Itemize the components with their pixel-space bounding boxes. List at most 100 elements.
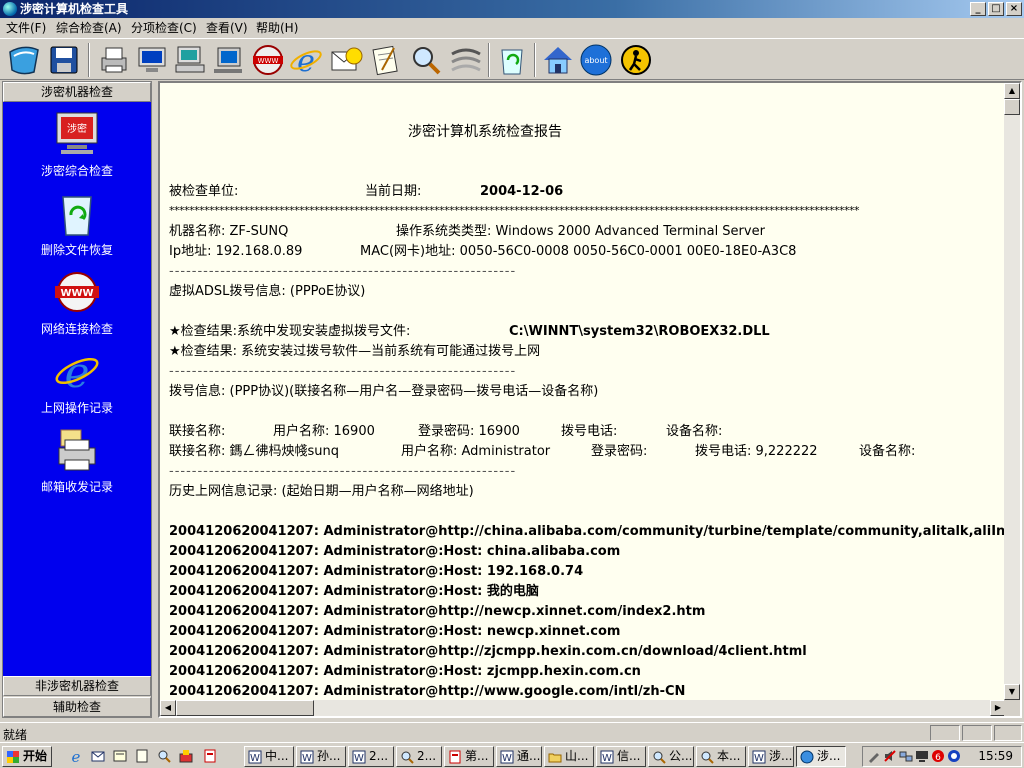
word-icon: W <box>600 750 614 764</box>
desktop-icon[interactable] <box>210 42 246 78</box>
mail-printer-icon <box>53 426 101 474</box>
outlook-icon[interactable] <box>90 748 106 764</box>
taskbar-button[interactable]: 本... <box>696 746 746 767</box>
taskbar-button[interactable]: W 通... <box>496 746 542 767</box>
menu-item-check[interactable]: 分项检查(C) <box>131 20 197 36</box>
maximize-button[interactable]: □ <box>988 2 1004 16</box>
horizontal-scrollbar[interactable]: ◀ ▶ <box>160 700 1006 716</box>
pdf-icon[interactable] <box>202 748 218 764</box>
minimize-button[interactable]: _ <box>970 2 986 16</box>
sidebar-item-label: 上网操作记录 <box>40 401 113 415</box>
sidebar-header-auxiliary-check[interactable]: 辅助检查 <box>3 697 151 717</box>
svg-text:W: W <box>250 753 260 764</box>
sidebar-item-network-connection[interactable]: WWW 网络连接检查 <box>3 268 151 344</box>
status-pane <box>994 725 1022 741</box>
tray-speaker-icon[interactable] <box>883 749 897 763</box>
sidebar-item-deleted-file-recovery[interactable]: 删除文件恢复 <box>3 189 151 265</box>
tray-tool-icon[interactable] <box>867 749 881 763</box>
taskbar-button[interactable]: 第... <box>444 746 494 767</box>
recycle-bin-icon[interactable] <box>494 42 530 78</box>
history-record: 2004120620041207: Administrator@:Host: z… <box>169 664 641 679</box>
sidebar-item-mail-records[interactable]: 邮箱收发记录 <box>3 426 151 502</box>
search-icon[interactable] <box>156 748 172 764</box>
tray-antivirus-icon[interactable]: 6 <box>931 749 945 763</box>
notepad-icon[interactable] <box>368 42 404 78</box>
svg-text:W: W <box>302 753 312 764</box>
tray-monitor-icon[interactable] <box>915 749 929 763</box>
home-icon[interactable] <box>540 42 576 78</box>
sidebar-header-secret-check[interactable]: 涉密机器检查 <box>3 82 151 102</box>
mac-address: MAC(网卡)地址: 0050-56C0-0008 0050-56C0-0001… <box>360 244 797 259</box>
report-title: 涉密计算机系统检查报告 <box>408 124 562 140</box>
exit-icon[interactable] <box>618 42 654 78</box>
explorer-icon[interactable] <box>6 42 42 78</box>
taskbar-button[interactable]: 山... <box>544 746 594 767</box>
history-record: 2004120620041207: Administrator@:Host: n… <box>169 624 621 639</box>
taskbar-button[interactable]: W 孙... <box>296 746 346 767</box>
computer-icon[interactable] <box>172 42 208 78</box>
task-label: 信... <box>617 749 641 763</box>
scroll-down-button[interactable]: ▼ <box>1004 684 1020 700</box>
sidebar-header-non-secret-check[interactable]: 非涉密机器检查 <box>3 676 151 696</box>
sidebar-item-label: 邮箱收发记录 <box>40 480 113 494</box>
recycle-bin-icon <box>53 189 101 237</box>
vertical-scrollbar[interactable]: ▲ ▼ <box>1004 83 1020 700</box>
pdf-icon <box>448 750 462 764</box>
monitor-icon[interactable] <box>134 42 170 78</box>
menu-help[interactable]: 帮助(H) <box>256 20 298 36</box>
sidebar-item-secret-comprehensive[interactable]: 涉密 涉密综合检查 <box>3 110 151 186</box>
report-view[interactable]: 涉密计算机系统检查报告 被检查单位: 当前日期: 2004-12-06 ****… <box>158 81 1022 718</box>
close-button[interactable]: × <box>1006 2 1022 16</box>
conn1-name: 联接名称: <box>169 424 226 439</box>
tool-icon[interactable] <box>178 748 194 764</box>
sidebar-item-internet-history[interactable]: e 上网操作记录 <box>3 347 151 423</box>
taskbar-button[interactable]: W 中... <box>244 746 294 767</box>
show-desktop-icon[interactable] <box>112 748 128 764</box>
scroll-up-button[interactable]: ▲ <box>1004 83 1020 99</box>
ie-icon[interactable]: e <box>68 748 84 766</box>
task-label: 公... <box>669 749 693 763</box>
dial-info: 拨号信息: (PPP协议)(联接名称—用户名—登录密码—拨号电话—设备名称) <box>169 384 599 399</box>
printer-icon[interactable] <box>96 42 132 78</box>
task-label: 通... <box>517 749 541 763</box>
search-icon[interactable] <box>408 42 444 78</box>
svg-text:W: W <box>754 753 764 764</box>
scroll-corner <box>1004 700 1020 716</box>
menu-view[interactable]: 查看(V) <box>206 20 248 36</box>
vertical-scroll-thumb[interactable] <box>1004 99 1020 115</box>
start-label: 开始 <box>23 749 48 763</box>
scroll-left-button[interactable]: ◀ <box>160 700 176 716</box>
www-icon[interactable]: WWW <box>250 42 286 78</box>
horizontal-scroll-thumb[interactable] <box>176 700 314 716</box>
title-bar[interactable]: 涉密计算机检查工具 _ □ × <box>0 0 1024 18</box>
taskbar-button[interactable]: 2... <box>396 746 442 767</box>
menu-comprehensive-check[interactable]: 综合检查(A) <box>56 20 122 36</box>
check-result-1: ★检查结果:系统中发现安装虚拟拨号文件: <box>169 324 411 339</box>
network-icon[interactable] <box>448 42 484 78</box>
history-header: 历史上网信息记录: (起始日期—用户名称—网络地址) <box>169 484 474 499</box>
mail-icon[interactable] <box>328 42 364 78</box>
taskbar-button-active[interactable]: 涉... <box>796 746 846 767</box>
save-icon[interactable] <box>46 42 82 78</box>
tray-network-icon[interactable] <box>899 749 913 763</box>
taskbar-button[interactable]: W 2... <box>348 746 394 767</box>
svg-text:about: about <box>584 56 607 65</box>
word-icon: W <box>500 750 514 764</box>
status-text: 就绪 <box>3 728 28 742</box>
taskbar-button[interactable]: W 涉... <box>748 746 794 767</box>
tray-app-icon[interactable] <box>947 749 961 763</box>
sidebar-item-label: 网络连接检查 <box>40 322 113 336</box>
svg-text:WWW: WWW <box>60 288 93 299</box>
check-result-1-file: C:\WINNT\system32\ROBOEX32.DLL <box>509 324 770 339</box>
word-icon: W <box>352 750 366 764</box>
clock: 15:59 <box>978 749 1013 763</box>
about-icon[interactable]: about <box>578 42 614 78</box>
conn1-password: 登录密码: 16900 <box>418 424 520 439</box>
start-button[interactable]: 开始 <box>2 746 52 767</box>
taskbar-button[interactable]: W 信... <box>596 746 646 767</box>
ie-icon[interactable]: e <box>288 42 324 79</box>
notepad-icon[interactable] <box>134 748 150 764</box>
menu-file[interactable]: 文件(F) <box>6 20 46 36</box>
search-icon <box>700 750 714 764</box>
taskbar-button[interactable]: 公... <box>648 746 694 767</box>
